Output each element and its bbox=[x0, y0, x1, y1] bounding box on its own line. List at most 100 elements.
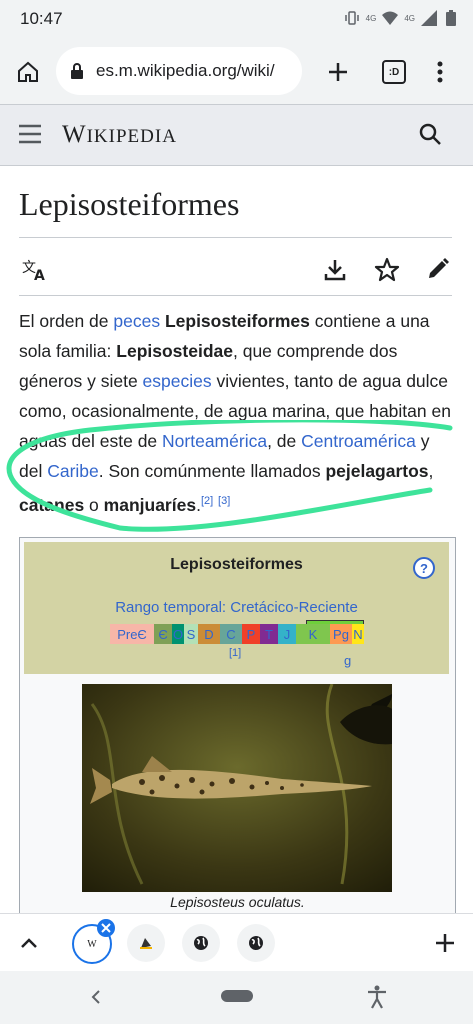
bold-term: catanes bbox=[19, 494, 85, 515]
home-icon bbox=[18, 61, 38, 82]
tab-strip: W bbox=[0, 913, 473, 972]
bold-term: Lepisosteidae bbox=[116, 341, 233, 361]
add-tab-button[interactable] bbox=[433, 931, 457, 955]
back-button[interactable] bbox=[88, 987, 104, 1007]
search-icon bbox=[419, 123, 441, 145]
geologic-timeline: PreЄ Є O S D C P T J K Pg N bbox=[110, 624, 364, 644]
main-menu-button[interactable] bbox=[18, 123, 42, 145]
site-favicon bbox=[140, 938, 152, 949]
reference-3[interactable]: [3] bbox=[218, 495, 230, 507]
page-actions: 文 A bbox=[0, 248, 473, 292]
new-tab-button[interactable] bbox=[318, 52, 358, 92]
battery-icon bbox=[446, 10, 456, 26]
chevron-left-icon bbox=[91, 990, 100, 1004]
link-peces[interactable]: peces bbox=[113, 311, 160, 331]
timeline-period[interactable]: J bbox=[278, 624, 296, 644]
timeline-reference[interactable]: [1] bbox=[229, 647, 241, 659]
para-text: , bbox=[428, 461, 434, 481]
page-title: Lepisosteiformes bbox=[19, 186, 240, 222]
translate-icon: 文 A bbox=[22, 260, 45, 284]
status-time: 10:47 bbox=[20, 9, 63, 28]
timeline-period[interactable]: T bbox=[260, 624, 278, 644]
link-centroamerica[interactable]: Centroamérica bbox=[301, 431, 416, 451]
para-text: . Son comúnmente llamados bbox=[98, 461, 326, 481]
cell-signal-icon bbox=[421, 10, 437, 26]
logo-initial: W bbox=[62, 121, 87, 148]
home-button[interactable] bbox=[8, 52, 48, 92]
timeline-period[interactable]: PreЄ bbox=[110, 624, 154, 644]
timeline-period[interactable]: C bbox=[220, 624, 242, 644]
link-caribe[interactable]: Caribe bbox=[47, 461, 99, 481]
reference-2[interactable]: [2] bbox=[201, 495, 213, 507]
browser-toolbar: es.m.wikipedia.org/wiki/ :D bbox=[0, 40, 473, 104]
wiki-header: WIKIPEDIA bbox=[0, 104, 473, 166]
logo-rest: IKIPEDIA bbox=[86, 126, 177, 147]
accessibility-icon bbox=[368, 985, 386, 1009]
globe-icon bbox=[249, 936, 263, 950]
edit-button[interactable] bbox=[426, 257, 450, 281]
infobox-title: Lepisosteiformes bbox=[170, 556, 303, 573]
tab-switcher-button[interactable]: :D bbox=[374, 52, 414, 92]
url-text: es.m.wikipedia.org/wiki/ bbox=[96, 61, 275, 80]
close-icon bbox=[101, 923, 111, 933]
actions-divider bbox=[19, 295, 452, 296]
system-nav-bar bbox=[0, 971, 473, 1024]
wikipedia-favicon: W bbox=[87, 938, 97, 950]
timeline-period[interactable]: N bbox=[352, 624, 364, 644]
address-bar[interactable]: es.m.wikipedia.org/wiki/ bbox=[56, 47, 302, 95]
bold-term: Lepisosteiformes bbox=[164, 311, 310, 331]
accessibility-button[interactable] bbox=[366, 985, 388, 1009]
fish-photo[interactable] bbox=[82, 684, 392, 892]
tab-thumb-2[interactable] bbox=[127, 924, 165, 962]
link-norteamerica[interactable]: Norteamérica bbox=[162, 431, 267, 451]
timeline-g-label[interactable]: g bbox=[344, 653, 351, 668]
lock-icon bbox=[71, 63, 83, 79]
tab-count: :D bbox=[382, 60, 406, 84]
time-range-link[interactable]: Rango temporal: Cretácico-Reciente bbox=[24, 599, 449, 616]
link-especies[interactable]: especies bbox=[143, 371, 212, 391]
wifi-icon bbox=[382, 11, 399, 25]
timeline-period[interactable]: K bbox=[296, 624, 330, 644]
image-caption: Lepisosteus oculatus. bbox=[170, 894, 305, 910]
tab-thumb-4[interactable] bbox=[237, 924, 275, 962]
more-vert-icon bbox=[437, 61, 443, 83]
title-divider bbox=[19, 237, 452, 238]
network-label-2: 4G bbox=[404, 13, 415, 23]
download-icon bbox=[324, 260, 346, 281]
para-text: , de bbox=[267, 431, 302, 451]
star-icon bbox=[374, 257, 400, 282]
timeline-period[interactable]: Є bbox=[154, 624, 172, 644]
hamburger-icon bbox=[19, 124, 41, 144]
intro-paragraph: El orden de peces Lepisosteiformes conti… bbox=[19, 306, 454, 520]
timeline-period[interactable]: O bbox=[172, 624, 184, 644]
help-icon[interactable]: ? bbox=[413, 557, 435, 579]
close-tab-button[interactable] bbox=[97, 919, 115, 937]
bold-term: pejelagartos bbox=[325, 461, 429, 481]
language-button[interactable]: 文 A bbox=[22, 258, 48, 284]
infobox: Lepisosteiformes ? Rango temporal: Cretá… bbox=[19, 537, 456, 919]
infobox-header: Lepisosteiformes ? Rango temporal: Cretá… bbox=[24, 542, 449, 674]
timeline-period[interactable]: S bbox=[184, 624, 198, 644]
search-button[interactable] bbox=[418, 122, 442, 146]
timeline-period[interactable]: D bbox=[198, 624, 220, 644]
plus-icon bbox=[436, 934, 454, 952]
globe-icon bbox=[194, 936, 208, 950]
watch-button[interactable] bbox=[374, 257, 400, 283]
browser-menu-button[interactable] bbox=[420, 52, 460, 92]
status-bar: 10:47 4G 4G bbox=[0, 0, 473, 40]
timeline-period[interactable]: P bbox=[242, 624, 260, 644]
download-button[interactable] bbox=[323, 258, 347, 282]
plus-icon bbox=[329, 63, 347, 81]
chevron-up-icon bbox=[21, 938, 37, 948]
status-icons: 4G 4G bbox=[344, 10, 459, 26]
home-pill[interactable] bbox=[221, 990, 253, 1002]
bold-term: manjuaríes bbox=[103, 494, 197, 515]
fish-image bbox=[82, 684, 392, 892]
tab-thumb-3[interactable] bbox=[182, 924, 220, 962]
wikipedia-logo[interactable]: WIKIPEDIA bbox=[62, 121, 177, 149]
para-text: El orden de bbox=[19, 311, 114, 331]
para-text: o bbox=[84, 494, 104, 515]
network-label: 4G bbox=[365, 13, 377, 23]
timeline-period[interactable]: Pg bbox=[330, 624, 352, 644]
expand-tabs-button[interactable] bbox=[18, 932, 40, 954]
